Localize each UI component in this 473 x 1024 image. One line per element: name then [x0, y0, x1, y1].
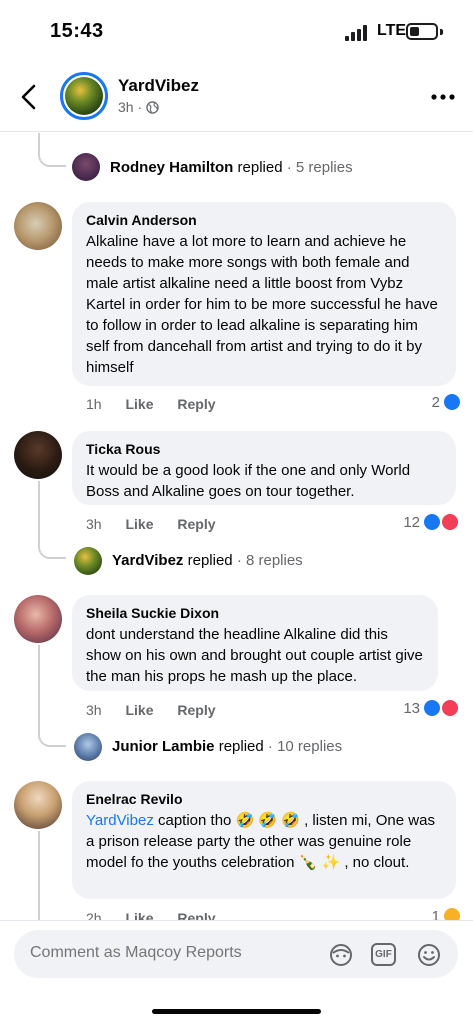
comment-actions: 3h Like Reply: [86, 516, 236, 532]
post-meta: 3h ·: [118, 99, 159, 115]
comment-composer: GIF: [0, 920, 473, 1024]
post-time: 3h: [118, 99, 134, 115]
reply-verb: replied: [218, 738, 264, 755]
comment-author[interactable]: Enelrac Revilo: [86, 790, 442, 808]
meta-separator: ·: [137, 99, 143, 115]
like-reaction-icon: [422, 512, 442, 532]
reply-count: 8 replies: [245, 552, 303, 569]
comment-bubble[interactable]: Ticka Rous It would be a good look if th…: [72, 431, 456, 505]
globe-icon: [146, 101, 159, 114]
comment-time: 3h: [86, 702, 102, 718]
reaction-count[interactable]: 1: [412, 908, 440, 920]
comment-box[interactable]: GIF: [14, 930, 458, 978]
battery-tip: [440, 29, 443, 35]
reply-verb: replied: [187, 552, 233, 569]
page-name[interactable]: YardVibez: [118, 76, 199, 96]
comment-text: Alkaline have a lot more to learn and ac…: [86, 233, 438, 376]
comment-actions: 2h Like Reply: [86, 910, 236, 920]
avatar[interactable]: [14, 431, 62, 479]
avatar[interactable]: [14, 781, 62, 829]
status-time: 15:43: [50, 20, 104, 42]
emoji-icon[interactable]: [416, 943, 442, 967]
thread-line: [38, 481, 40, 541]
avatar[interactable]: [74, 547, 102, 575]
like-button[interactable]: Like: [125, 910, 153, 920]
reply-button[interactable]: Reply: [177, 396, 215, 412]
thread-connector: [38, 723, 66, 747]
love-reaction-icon: [440, 512, 460, 532]
view-replies-link[interactable]: YardVibez replied · 8 replies: [112, 551, 303, 571]
comment-author[interactable]: Calvin Anderson: [86, 211, 442, 229]
comments-list[interactable]: Rodney Hamilton replied · 5 replies Calv…: [0, 133, 473, 920]
haha-reaction-icon: [442, 906, 462, 920]
thread-connector: [38, 537, 66, 559]
reply-author: Junior Lambie: [112, 738, 215, 755]
reply-author: YardVibez: [112, 552, 184, 569]
reply-button[interactable]: Reply: [177, 516, 215, 532]
reply-button[interactable]: Reply: [177, 910, 215, 920]
avatar[interactable]: [14, 202, 62, 250]
reply-count: 10 replies: [277, 738, 343, 755]
avatar[interactable]: [72, 153, 100, 181]
reaction-count[interactable]: 13: [390, 700, 420, 717]
comment-time: 1h: [86, 396, 102, 412]
reaction-count[interactable]: 12: [390, 514, 420, 531]
status-bar: 15:43 LTE: [0, 0, 473, 62]
mention-link[interactable]: YardVibez: [86, 812, 154, 829]
signal-icon: [345, 25, 367, 41]
thread-line: [38, 645, 40, 727]
gif-label: GIF: [375, 949, 392, 960]
reactions[interactable]: [442, 392, 466, 412]
thread-connector: [38, 147, 66, 167]
comment-bubble[interactable]: Enelrac Revilo YardVibez caption tho 🤣 🤣…: [72, 781, 456, 899]
reactions[interactable]: [422, 512, 466, 532]
avatar-sticker-icon[interactable]: [328, 943, 354, 967]
reaction-count[interactable]: 2: [412, 394, 440, 411]
comment-input[interactable]: [30, 944, 320, 962]
comment-actions: 3h Like Reply: [86, 702, 236, 718]
reply-author: Rodney Hamilton: [110, 159, 234, 176]
comment-author[interactable]: Sheila Suckie Dixon: [86, 604, 424, 622]
view-replies-link[interactable]: Rodney Hamilton replied · 5 replies: [110, 158, 353, 178]
comment-author[interactable]: Ticka Rous: [86, 440, 442, 458]
back-chevron-icon[interactable]: [16, 82, 44, 112]
like-button[interactable]: Like: [125, 516, 153, 532]
comment-bubble[interactable]: Calvin Anderson Alkaline have a lot more…: [72, 202, 456, 386]
comment-time: 3h: [86, 516, 102, 532]
reactions[interactable]: [442, 906, 466, 920]
avatar[interactable]: [14, 595, 62, 643]
network-label: LTE: [377, 22, 407, 39]
reply-verb: replied: [237, 159, 283, 176]
battery-icon: [406, 23, 438, 40]
comment-text: YardVibez caption tho 🤣 🤣 🤣 , listen mi,…: [86, 810, 442, 873]
comment-bubble[interactable]: Sheila Suckie Dixon dont understand the …: [72, 595, 438, 691]
comment-text: dont understand the headline Alkaline di…: [86, 626, 423, 685]
like-button[interactable]: Like: [125, 396, 153, 412]
gif-button[interactable]: GIF: [371, 943, 396, 966]
view-replies-link[interactable]: Junior Lambie replied · 10 replies: [112, 737, 342, 757]
home-indicator: [152, 1009, 321, 1014]
like-reaction-icon: [442, 392, 462, 412]
post-header: YardVibez 3h ·: [0, 62, 473, 132]
reply-count: 5 replies: [295, 159, 353, 176]
comment-text: It would be a good look if the one and o…: [86, 462, 411, 500]
comment-actions: 1h Like Reply: [86, 396, 236, 412]
reactions[interactable]: [422, 698, 466, 718]
thread-line: [38, 831, 40, 920]
comment-time: 2h: [86, 910, 102, 920]
avatar[interactable]: [74, 733, 102, 761]
like-button[interactable]: Like: [125, 702, 153, 718]
page-avatar[interactable]: [60, 72, 108, 120]
like-reaction-icon: [422, 698, 442, 718]
more-options-icon[interactable]: [430, 87, 456, 107]
love-reaction-icon: [440, 698, 460, 718]
reply-button[interactable]: Reply: [177, 702, 215, 718]
